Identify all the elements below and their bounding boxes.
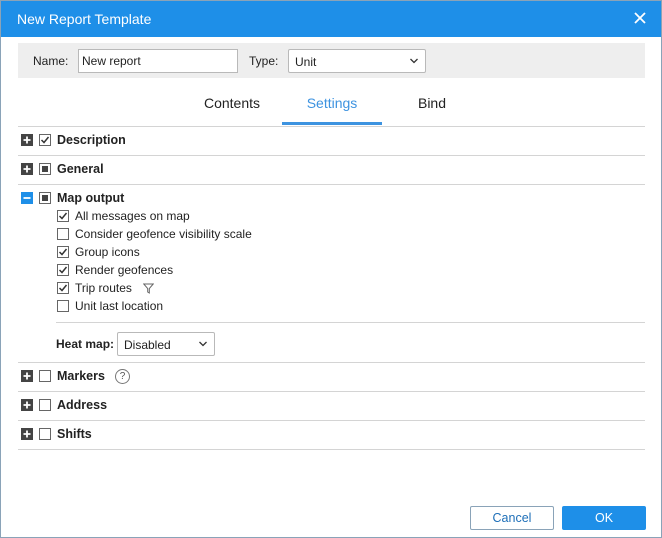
name-input[interactable]: [78, 49, 238, 73]
section-address: Address: [18, 391, 645, 421]
section-title: Shifts: [57, 427, 92, 441]
option-label: Group icons: [75, 245, 140, 259]
section-header: Shifts: [18, 420, 645, 448]
option-trip-routes: Trip routes: [18, 279, 618, 297]
heat-map-select[interactable]: Disabled: [117, 332, 215, 356]
name-label: Name:: [33, 54, 69, 68]
option-label: All messages on map: [75, 209, 190, 223]
section-title: Address: [57, 398, 108, 412]
option-checkbox[interactable]: [57, 282, 69, 294]
chevron-down-icon: [199, 341, 207, 347]
heat-map-label: Heat map:: [56, 337, 115, 351]
type-select-value: Unit: [295, 55, 317, 69]
general-checkbox[interactable]: [39, 163, 51, 175]
cancel-button[interactable]: Cancel: [470, 506, 554, 530]
section-title: Description: [57, 133, 126, 147]
expand-plus-icon[interactable]: [21, 134, 33, 146]
section-title: Markers: [57, 369, 105, 383]
section-title: Map output: [57, 191, 125, 205]
help-icon[interactable]: ?: [115, 369, 130, 384]
section-header: Description: [18, 126, 645, 154]
section-map-output: Map output All messages on map Consider …: [18, 184, 645, 363]
expand-plus-icon[interactable]: [21, 370, 33, 382]
description-checkbox[interactable]: [39, 134, 51, 146]
expand-plus-icon[interactable]: [21, 428, 33, 440]
option-label: Consider geofence visibility scale: [75, 227, 252, 241]
markers-checkbox[interactable]: [39, 370, 51, 382]
dialog-title: New Report Template: [17, 11, 152, 27]
address-checkbox[interactable]: [39, 399, 51, 411]
option-checkbox[interactable]: [57, 246, 69, 258]
section-header: Markers ?: [18, 362, 645, 390]
option-group-icons: Group icons: [18, 243, 618, 261]
option-unit-last-location: Unit last location: [18, 297, 618, 315]
shifts-checkbox[interactable]: [39, 428, 51, 440]
option-label: Unit last location: [75, 299, 164, 313]
section-title: General: [57, 162, 104, 176]
active-tab-indicator: [282, 122, 382, 125]
heat-map-select-value: Disabled: [124, 338, 171, 352]
option-checkbox[interactable]: [57, 264, 69, 276]
option-all-messages: All messages on map: [18, 207, 618, 225]
section-header: Address: [18, 391, 645, 419]
section-general: General: [18, 155, 645, 185]
map-output-checkbox[interactable]: [39, 192, 51, 204]
partial-mark: [42, 195, 48, 201]
tab-settings[interactable]: Settings: [282, 95, 382, 111]
section-markers: Markers ?: [18, 362, 645, 392]
report-template-dialog: New Report Template Name: Type: Unit Con…: [0, 0, 662, 538]
expand-plus-icon[interactable]: [21, 399, 33, 411]
option-label: Render geofences: [75, 263, 174, 277]
option-checkbox[interactable]: [57, 210, 69, 222]
section-description: Description: [18, 126, 645, 156]
option-checkbox[interactable]: [57, 228, 69, 240]
dialog-titlebar: New Report Template: [1, 1, 661, 37]
tab-contents[interactable]: Contents: [182, 95, 282, 111]
chevron-down-icon: [410, 58, 418, 64]
heat-map-divider: [56, 322, 645, 323]
filter-icon[interactable]: [143, 283, 154, 294]
ok-button[interactable]: OK: [562, 506, 646, 530]
tab-bar: Contents Settings Bind: [18, 87, 645, 127]
option-render-geofences: Render geofences: [18, 261, 618, 279]
close-icon[interactable]: [633, 11, 647, 25]
option-label: Trip routes: [75, 281, 132, 295]
section-shifts: Shifts: [18, 420, 645, 450]
partial-mark: [42, 166, 48, 172]
option-checkbox[interactable]: [57, 300, 69, 312]
type-label: Type:: [249, 54, 279, 68]
expand-plus-icon[interactable]: [21, 163, 33, 175]
section-header: General: [18, 155, 645, 183]
tab-bind[interactable]: Bind: [382, 95, 482, 111]
collapse-minus-icon[interactable]: [21, 192, 33, 204]
option-geofence-visibility: Consider geofence visibility scale: [18, 225, 618, 243]
type-select[interactable]: Unit: [288, 49, 426, 73]
name-type-bar: Name: Type: Unit: [18, 43, 645, 78]
